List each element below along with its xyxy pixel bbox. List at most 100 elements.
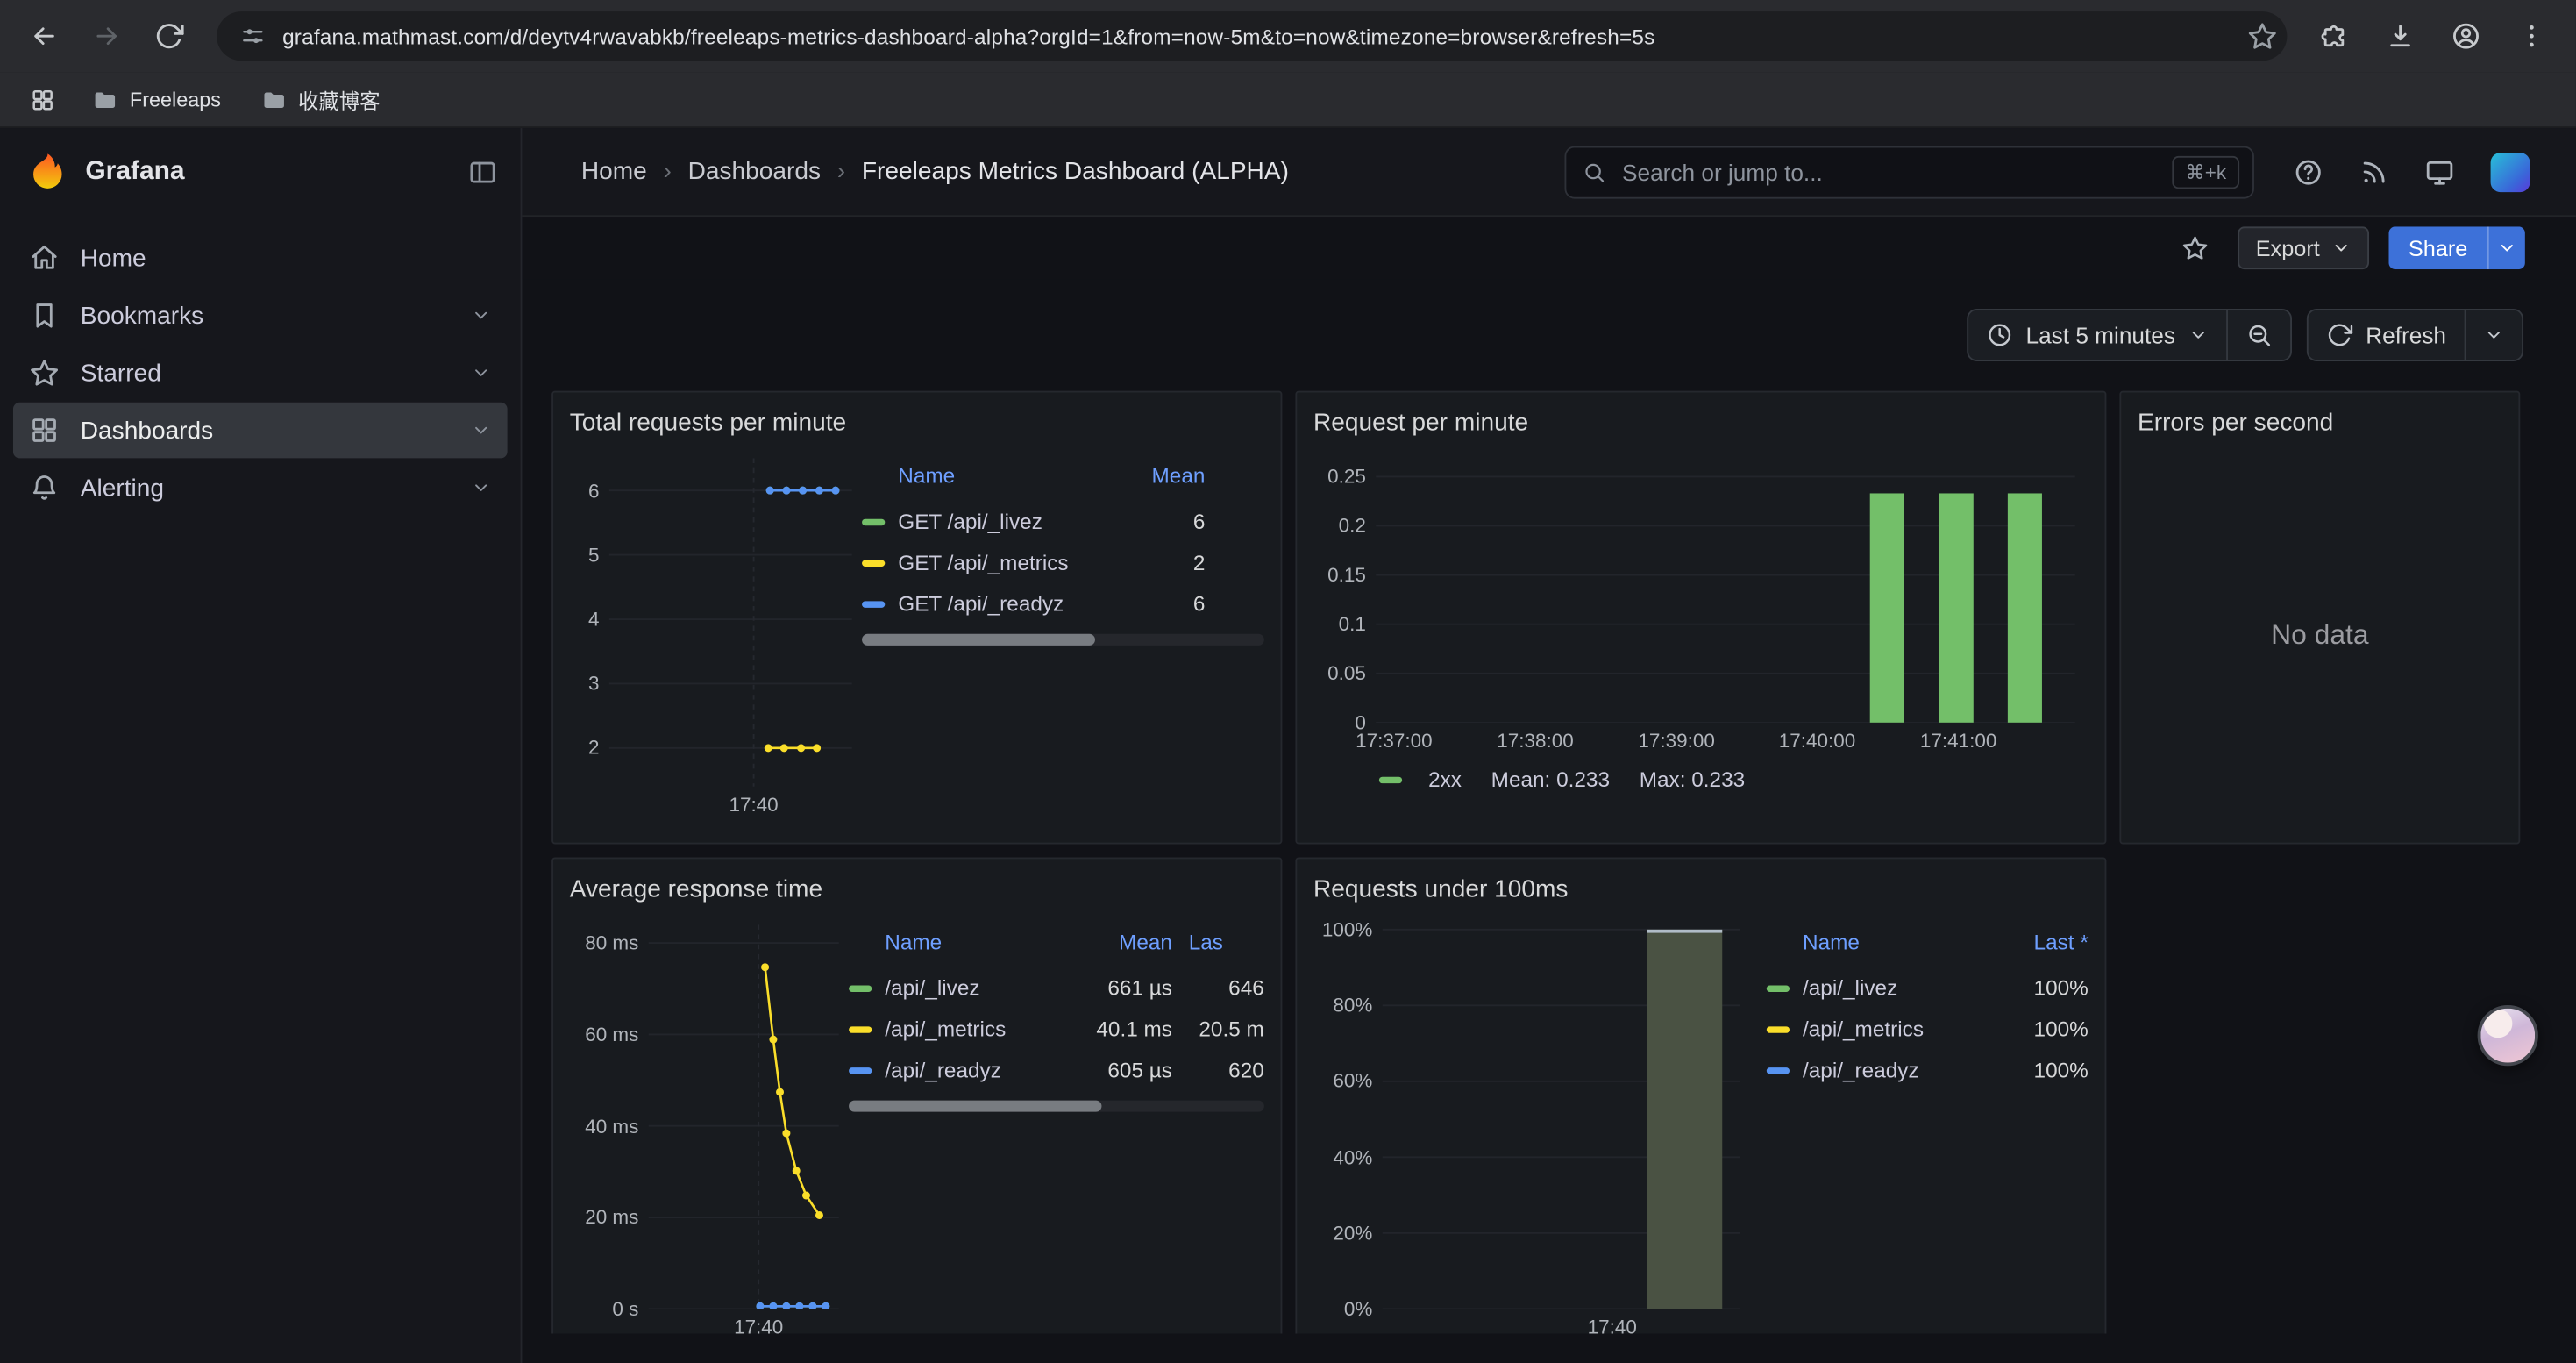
legend-row[interactable]: /api/_livez 100%	[1767, 967, 2089, 1009]
breadcrumb: Home › Dashboards › Freeleaps Metrics Da…	[581, 158, 1289, 186]
extensions-button[interactable]	[2307, 8, 2363, 64]
panel-title[interactable]: Average response time	[570, 872, 1264, 908]
legend-header-name[interactable]: Name	[885, 930, 1073, 954]
downloads-button[interactable]	[2373, 8, 2429, 64]
sidebar-item-bookmarks[interactable]: Bookmarks	[13, 288, 508, 344]
grafana-logo[interactable]	[26, 151, 69, 194]
average-response-chart[interactable]: 80 ms60 ms40 ms20 ms0 s 17:40	[570, 924, 839, 1333]
panel-title[interactable]: Request per minute	[1313, 406, 2089, 442]
series-name[interactable]: /api/_livez	[1803, 975, 2003, 1000]
series-name[interactable]: 2xx	[1428, 767, 1462, 791]
legend-row[interactable]: /api/_metrics 100%	[1767, 1009, 2089, 1050]
profile-button[interactable]	[2438, 8, 2494, 64]
legend-header-mean[interactable]: Mean	[1107, 463, 1205, 488]
series-name[interactable]: /api/_readyz	[1803, 1058, 2003, 1082]
series-max: Max: 0.233	[1640, 767, 1745, 791]
panel-title[interactable]: Requests under 100ms	[1313, 872, 2089, 908]
sidebar-item-label: Dashboards	[81, 417, 213, 445]
browser-window: grafana.mathmast.com/d/deytv4rwavabkb/fr…	[0, 0, 2576, 1363]
breadcrumb-home[interactable]: Home	[581, 158, 647, 186]
time-range-picker[interactable]: Last 5 minutes	[1968, 310, 2226, 360]
chevron-down-icon[interactable]	[471, 478, 490, 497]
help-icon[interactable]	[2294, 157, 2323, 187]
x-axis-labels: 17:40	[649, 1309, 839, 1333]
total-requests-chart[interactable]: 65432 17:40	[570, 458, 852, 816]
series-name[interactable]: GET /api/_readyz	[898, 591, 1107, 616]
refresh-button[interactable]: Refresh	[2309, 310, 2465, 360]
panel-title[interactable]: Errors per second	[2138, 406, 2502, 442]
legend-row[interactable]: GET /api/_livez 6	[862, 501, 1264, 542]
rss-icon[interactable]	[2359, 157, 2389, 187]
series-name[interactable]: /api/_livez	[885, 975, 1073, 1000]
monitor-icon[interactable]	[2425, 157, 2455, 187]
export-button[interactable]: Export	[2238, 226, 2369, 269]
sidebar-item-dashboards[interactable]: Dashboards	[13, 403, 508, 459]
series-name[interactable]: /api/_metrics	[1803, 1017, 2003, 1041]
refresh-interval-button[interactable]	[2466, 310, 2522, 360]
series-last: 20.5 m	[1189, 1017, 1264, 1041]
search-input[interactable]	[1619, 157, 2159, 187]
search-icon	[1583, 161, 1605, 183]
floating-assistant-avatar[interactable]	[2478, 1005, 2538, 1066]
refresh-icon	[2326, 322, 2352, 348]
collapse-sidebar-icon[interactable]	[468, 158, 498, 188]
scrollbar-thumb[interactable]	[849, 1101, 1102, 1112]
legend-row[interactable]: GET /api/_metrics 2	[862, 542, 1264, 583]
legend-header-last[interactable]: Last *	[2003, 930, 2088, 954]
url-bar[interactable]: grafana.mathmast.com/d/deytv4rwavabkb/fr…	[217, 11, 2287, 61]
legend-row[interactable]: GET /api/_readyz 6	[862, 583, 1264, 624]
url-text[interactable]: grafana.mathmast.com/d/deytv4rwavabkb/fr…	[282, 24, 2231, 48]
series-color-strip	[1767, 1067, 1790, 1073]
back-button[interactable]	[17, 8, 73, 64]
plot-area[interactable]	[1376, 465, 2075, 723]
chevron-down-icon	[2188, 325, 2208, 345]
legend-scrollbar[interactable]	[849, 1101, 1264, 1112]
site-settings-icon[interactable]	[239, 23, 266, 49]
chevron-down-icon[interactable]	[471, 305, 490, 325]
legend-header-mean[interactable]: Mean	[1074, 930, 1172, 954]
plot-area[interactable]	[649, 924, 839, 1309]
reload-button[interactable]	[141, 8, 197, 64]
legend-bottom: 2xx Mean: 0.233 Max: 0.233	[1313, 767, 2089, 791]
plot-area[interactable]	[1383, 924, 1740, 1309]
favorite-dashboard-button[interactable]	[2172, 226, 2217, 269]
legend-header-name[interactable]: Name	[898, 463, 1107, 488]
bookmark-folder-blogs[interactable]: 收藏博客	[247, 79, 394, 120]
panel-title[interactable]: Total requests per minute	[570, 406, 1264, 442]
user-avatar[interactable]	[2491, 152, 2530, 191]
series-name[interactable]: /api/_readyz	[885, 1058, 1073, 1082]
legend-series[interactable]: 2xx	[1379, 767, 1462, 791]
chevron-down-icon[interactable]	[471, 363, 490, 382]
apps-shortcut[interactable]	[19, 76, 65, 122]
request-per-minute-chart[interactable]: 0.250.20.150.10.050 17:37:0017:38:0017:3…	[1313, 465, 2089, 753]
search-box[interactable]: ⌘+k	[1564, 146, 2253, 198]
share-menu-button[interactable]	[2487, 226, 2525, 269]
sidebar-item-starred[interactable]: Starred	[13, 345, 508, 401]
scrollbar-thumb[interactable]	[862, 634, 1095, 646]
forward-button[interactable]	[79, 8, 135, 64]
legend-header-last[interactable]: Las	[1189, 930, 1264, 954]
legend-row[interactable]: /api/_metrics 40.1 ms 20.5 m	[849, 1009, 1264, 1050]
plot-area[interactable]	[609, 458, 852, 787]
zoom-out-button[interactable]	[2228, 310, 2290, 360]
sidebar-item-home[interactable]: Home	[13, 230, 508, 286]
menu-button[interactable]	[2504, 8, 2560, 64]
chevron-down-icon[interactable]	[471, 420, 490, 439]
grafana-app: Grafana Home Bookmarks Starred	[0, 128, 2576, 1363]
bookmark-star-icon[interactable]	[2247, 21, 2277, 51]
export-label: Export	[2256, 236, 2320, 260]
bookmark-icon	[30, 301, 60, 331]
legend-row[interactable]: /api/_livez 661 µs 646	[849, 967, 1264, 1009]
under-100ms-chart[interactable]: 100%80%60%40%20%0% 17:40	[1313, 924, 1740, 1333]
legend-row[interactable]: /api/_readyz 100%	[1767, 1050, 2089, 1091]
sidebar-item-alerting[interactable]: Alerting	[13, 460, 508, 516]
share-button[interactable]: Share	[2388, 226, 2487, 269]
legend-header-name[interactable]: Name	[1803, 930, 2003, 954]
series-name[interactable]: /api/_metrics	[885, 1017, 1073, 1041]
legend-row[interactable]: /api/_readyz 605 µs 620	[849, 1050, 1264, 1091]
series-name[interactable]: GET /api/_metrics	[898, 550, 1107, 574]
breadcrumb-dashboards[interactable]: Dashboards	[688, 158, 821, 186]
legend-scrollbar[interactable]	[862, 634, 1264, 646]
bookmark-folder-freeleaps[interactable]: Freeleaps	[79, 82, 234, 118]
series-name[interactable]: GET /api/_livez	[898, 509, 1107, 533]
